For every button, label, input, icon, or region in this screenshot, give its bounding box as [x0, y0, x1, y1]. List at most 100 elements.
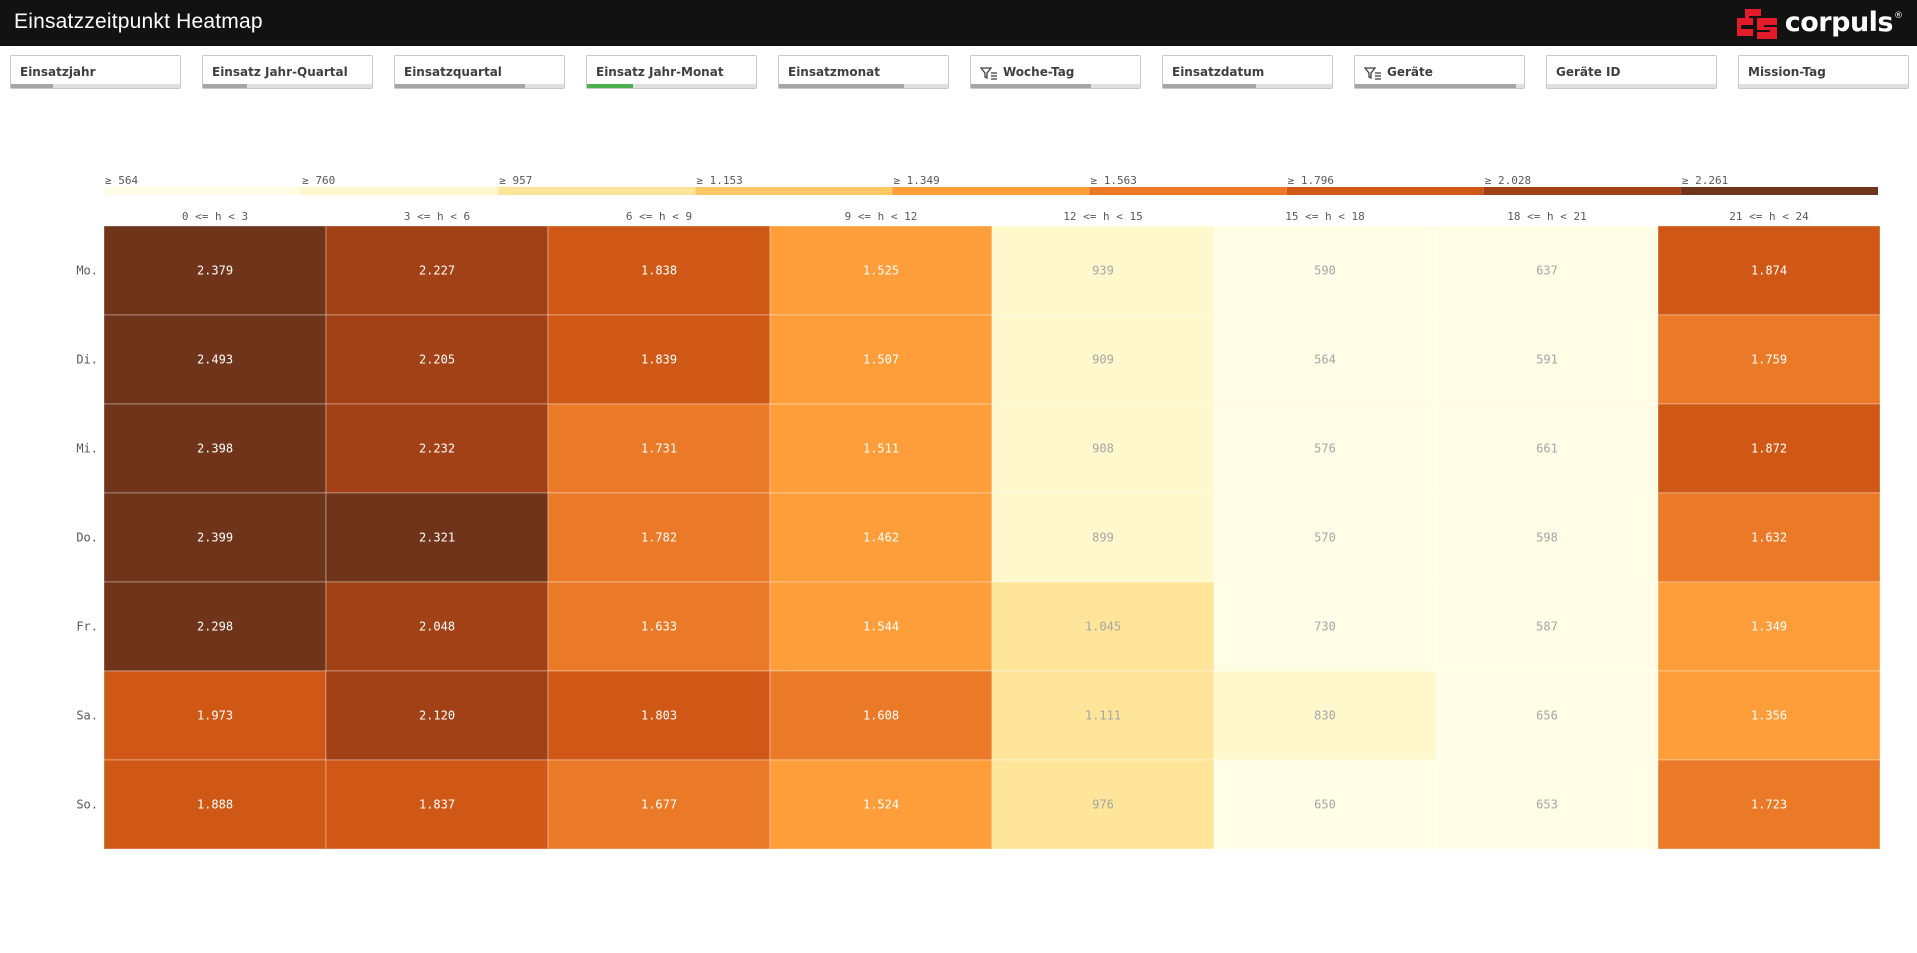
- filter-geräte[interactable]: Geräte: [1354, 55, 1525, 89]
- filter-value-bar: [1163, 84, 1332, 88]
- filter-value-bar: [1547, 84, 1716, 88]
- cell-value-label: 1.731: [641, 442, 677, 456]
- legend-label: ≥ 2.028: [1485, 174, 1531, 187]
- x-tick-label: 0 <= h < 3: [182, 210, 248, 223]
- cell-value-label: 1.544: [863, 620, 899, 634]
- y-tick-label: So.: [76, 798, 98, 812]
- cell-value-label: 2.493: [197, 353, 233, 367]
- cell-value-label: 1.511: [863, 442, 899, 456]
- filter-value-fill: [779, 84, 905, 88]
- filter-label: Geräte: [1387, 65, 1433, 79]
- y-tick-label: Fr.: [76, 620, 98, 634]
- cell-value-label: 591: [1536, 353, 1558, 367]
- cell-value-label: 1.045: [1085, 620, 1121, 634]
- filter-value-fill: [1355, 84, 1516, 88]
- legend-label: ≥ 2.261: [1682, 174, 1728, 187]
- cell-value-label: 1.803: [641, 709, 677, 723]
- cell-value-label: 1.837: [419, 798, 455, 812]
- cell-value-label: 576: [1314, 442, 1336, 456]
- cell-value-label: 1.349: [1751, 620, 1787, 634]
- cell-value-label: 598: [1536, 531, 1558, 545]
- legend-swatch: [498, 187, 696, 195]
- cell-value-label: 2.298: [197, 620, 233, 634]
- legend-swatch: [301, 187, 499, 195]
- legend-swatch: [892, 187, 1090, 195]
- cell-value-label: 637: [1536, 264, 1558, 278]
- filter-value-bar: [203, 84, 372, 88]
- y-tick-label: Mi.: [76, 442, 98, 456]
- filter-label: Einsatzjahr: [20, 65, 96, 79]
- cell-value-label: 2.399: [197, 531, 233, 545]
- filter-geräte-id[interactable]: Geräte ID: [1546, 55, 1717, 89]
- heatmap-chart: ≥ 564 ≥ 760 ≥ 957 ≥ 1.153 ≥ 1.349 ≥ 1.563 ≥ 1.…: [76, 174, 1881, 850]
- x-tick-label: 3 <= h < 6: [404, 210, 470, 223]
- cell-value-label: 1.838: [641, 264, 677, 278]
- filter-einsatzdatum[interactable]: Einsatzdatum: [1162, 55, 1333, 89]
- brand-registered-mark: ®: [1894, 11, 1903, 21]
- cell-value-label: 2.120: [419, 709, 455, 723]
- cell-value-label: 2.379: [197, 264, 233, 278]
- app-header: Einsatzzeitpunkt Heatmap corpuls ®: [0, 0, 1917, 46]
- cell-value-label: 587: [1536, 620, 1558, 634]
- cell-value-label: 1.872: [1751, 442, 1787, 456]
- cell-value-label: 2.321: [419, 531, 455, 545]
- filter-einsatz-jahr-quartal[interactable]: Einsatz Jahr-Quartal: [202, 55, 373, 89]
- x-tick-label: 9 <= h < 12: [845, 210, 918, 223]
- filter-value-fill: [587, 84, 633, 88]
- cell-value-label: 1.507: [863, 353, 899, 367]
- y-tick-label: Do.: [76, 531, 98, 545]
- y-tick-label: Di.: [76, 353, 98, 367]
- cell-value-label: 590: [1314, 264, 1336, 278]
- cell-value-label: 1.111: [1085, 709, 1121, 723]
- legend-label: ≥ 1.563: [1091, 174, 1137, 187]
- filter-woche-tag[interactable]: Woche-Tag: [970, 55, 1141, 89]
- cell-value-label: 2.232: [419, 442, 455, 456]
- cell-value-label: 1.633: [641, 620, 677, 634]
- corpuls-logo-icon: [1736, 9, 1777, 39]
- cell-value-label: 2.048: [419, 620, 455, 634]
- filter-label: Einsatzmonat: [788, 65, 880, 79]
- cell-value-label: 1.973: [197, 709, 233, 723]
- cell-value-label: 653: [1536, 798, 1558, 812]
- cell-value-label: 656: [1536, 709, 1558, 723]
- legend-label: ≥ 1.153: [696, 174, 742, 187]
- y-tick-label: Sa.: [76, 709, 98, 723]
- filter-value-fill: [395, 84, 526, 88]
- cell-value-label: 1.677: [641, 798, 677, 812]
- legend-label: ≥ 760: [302, 174, 335, 187]
- filter-value-bar: [779, 84, 948, 88]
- legend-label: ≥ 1.349: [893, 174, 939, 187]
- app-title: Einsatzzeitpunkt Heatmap: [14, 10, 263, 33]
- legend-label: ≥ 1.796: [1288, 174, 1334, 187]
- brand-name: corpuls: [1784, 7, 1894, 38]
- filter-label: Woche-Tag: [1003, 65, 1075, 79]
- cell-value-label: 1.759: [1751, 353, 1787, 367]
- cell-value-label: 1.782: [641, 531, 677, 545]
- cell-value-label: 1.356: [1751, 709, 1787, 723]
- legend-label: ≥ 957: [499, 174, 532, 187]
- cell-value-label: 1.632: [1751, 531, 1787, 545]
- cell-value-label: 909: [1092, 353, 1114, 367]
- cell-value-label: 2.227: [419, 264, 455, 278]
- cell-value-label: 2.205: [419, 353, 455, 367]
- drill-down-icon: [1364, 67, 1381, 80]
- y-tick-label: Mo.: [76, 264, 98, 278]
- cell-value-label: 1.525: [863, 264, 899, 278]
- filter-bar: Einsatzjahr Einsatz Jahr-Quartal Einsatzqu…: [0, 55, 1917, 91]
- filter-label: Mission-Tag: [1748, 65, 1826, 79]
- cell-value-label: 976: [1092, 798, 1114, 812]
- filter-einsatz-jahr-monat[interactable]: Einsatz Jahr-Monat: [586, 55, 757, 89]
- cell-value-label: 650: [1314, 798, 1336, 812]
- cell-value-label: 661: [1536, 442, 1558, 456]
- filter-einsatzquartal[interactable]: Einsatzquartal: [394, 55, 565, 89]
- cell-value-label: 1.462: [863, 531, 899, 545]
- filter-value-bar: [1739, 84, 1908, 88]
- x-tick-label: 15 <= h < 18: [1285, 210, 1364, 223]
- filter-einsatzmonat[interactable]: Einsatzmonat: [778, 55, 949, 89]
- cell-value-label: 939: [1092, 264, 1114, 278]
- drill-down-icon: [980, 67, 997, 80]
- filter-value-bar: [971, 84, 1140, 88]
- filter-mission-tag[interactable]: Mission-Tag: [1738, 55, 1909, 89]
- filter-einsatzjahr[interactable]: Einsatzjahr: [10, 55, 181, 89]
- cell-value-label: 570: [1314, 531, 1336, 545]
